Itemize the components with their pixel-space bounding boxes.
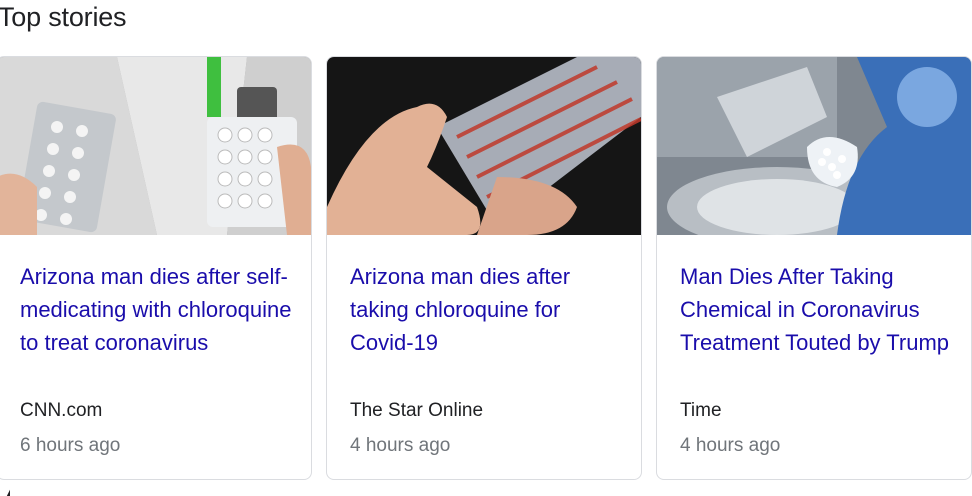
top-stories-carousel: Arizona man dies after self-medicating w… xyxy=(0,56,972,480)
lab-worker-with-pills-image xyxy=(657,57,971,235)
story-1-headline[interactable]: Arizona man dies after self-medicating w… xyxy=(20,260,300,359)
story-2-source: The Star Online xyxy=(350,400,484,421)
story-3-thumbnail[interactable] xyxy=(657,57,971,235)
story-card-3[interactable]: Man Dies After Taking Chemical in Corona… xyxy=(656,56,972,480)
story-2-thumbnail[interactable] xyxy=(327,57,641,235)
story-2-headline[interactable]: Arizona man dies after taking chloroquin… xyxy=(350,260,630,359)
pill-blister-packs-image xyxy=(0,57,311,235)
story-card-2[interactable]: Arizona man dies after taking chloroquin… xyxy=(326,56,642,480)
partial-arrow-icon: ▲ xyxy=(4,486,10,496)
story-1-time: 6 hours ago xyxy=(20,435,121,456)
story-1-thumbnail[interactable] xyxy=(0,57,311,235)
story-card-1[interactable]: Arizona man dies after self-medicating w… xyxy=(0,56,312,480)
hand-holding-blister-pack-image xyxy=(327,57,641,235)
story-3-time: 4 hours ago xyxy=(680,435,781,456)
story-3-source: Time xyxy=(680,400,722,421)
story-2-time: 4 hours ago xyxy=(350,435,451,456)
story-3-headline[interactable]: Man Dies After Taking Chemical in Corona… xyxy=(680,260,960,359)
story-1-source: CNN.com xyxy=(20,400,103,421)
section-title: Top stories xyxy=(0,2,127,32)
